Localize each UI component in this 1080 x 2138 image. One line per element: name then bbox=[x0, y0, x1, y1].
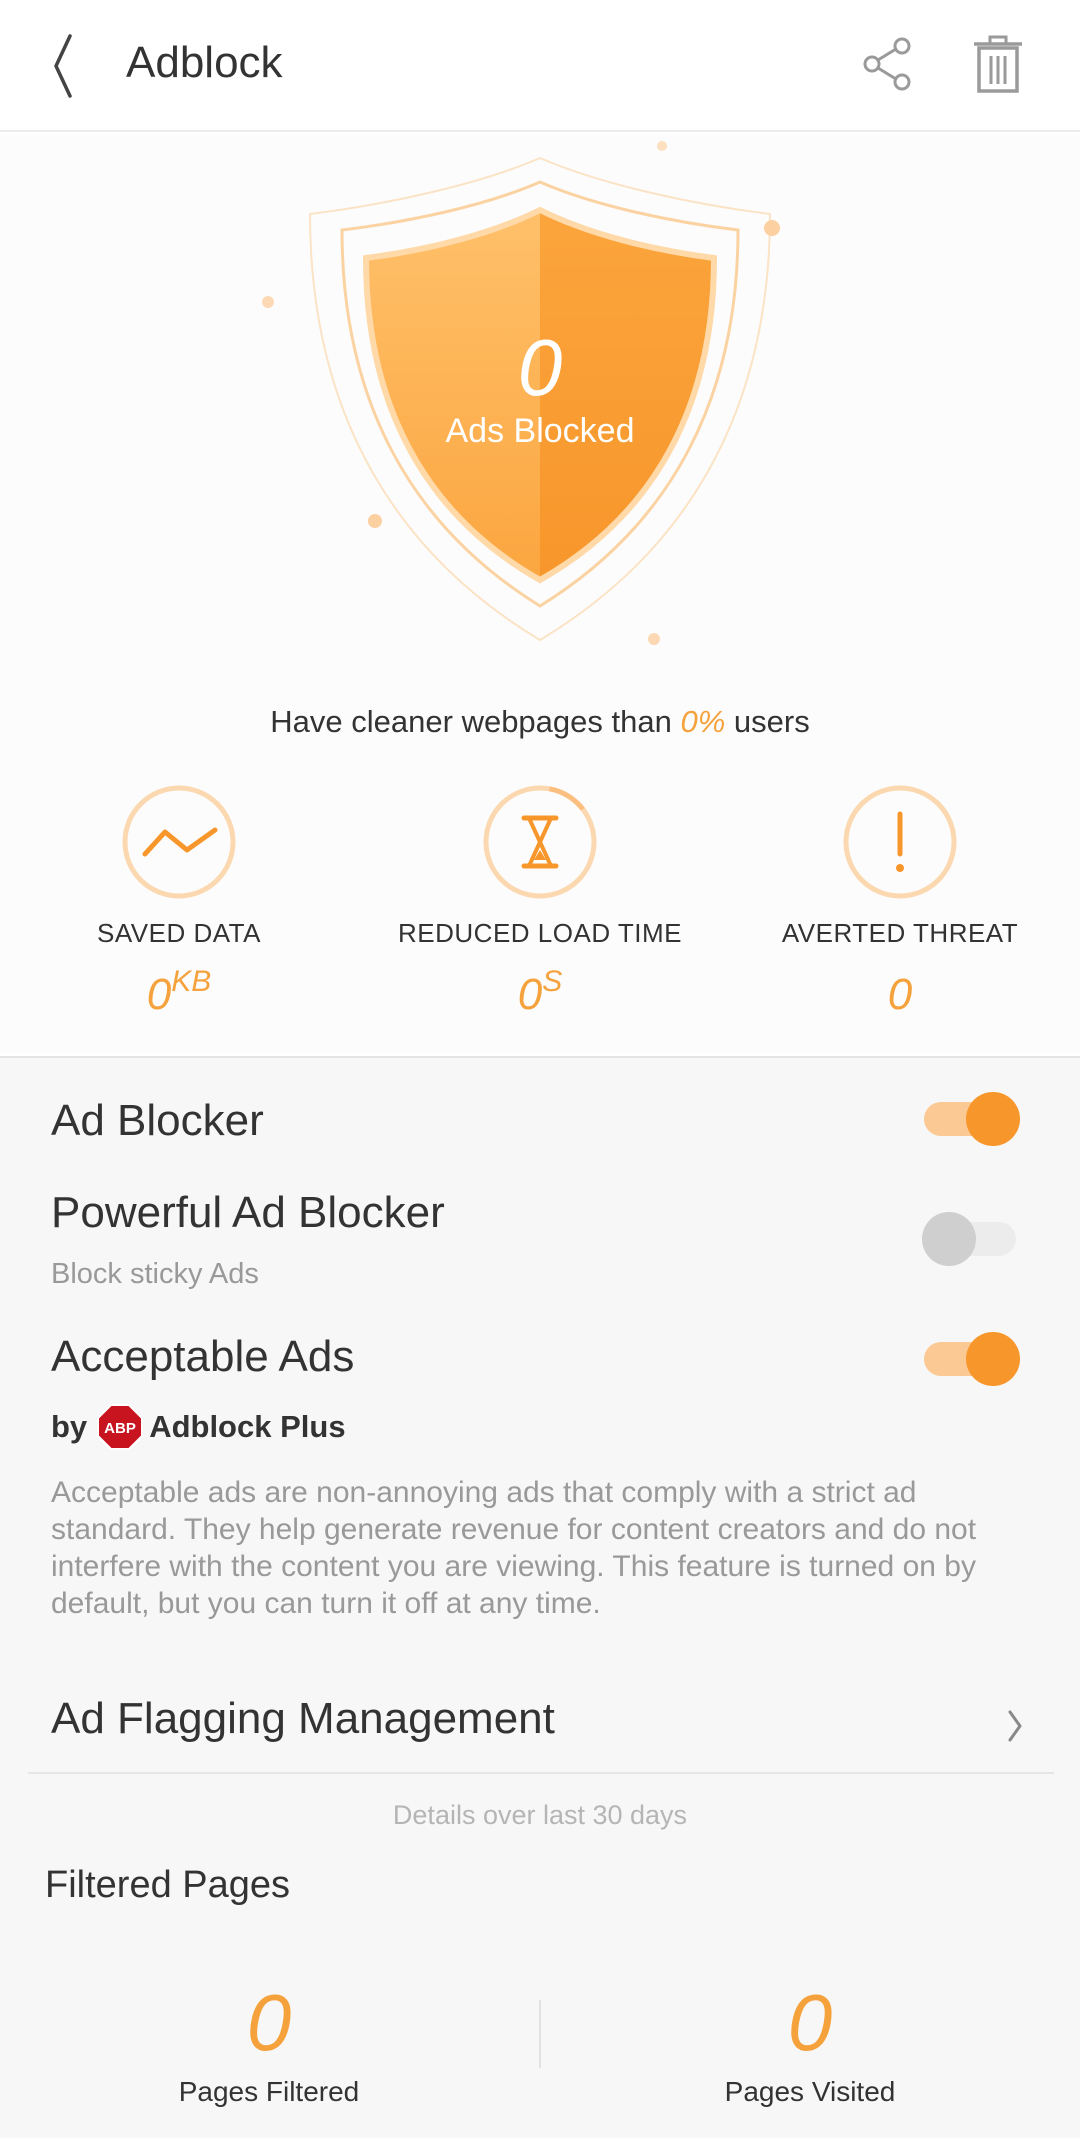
adblock-plus-logo-icon: ABP bbox=[97, 1404, 144, 1450]
acceptable-ads-provider: by ABP Adblock Plus bbox=[51, 1404, 346, 1450]
stat-value: 0 bbox=[740, 965, 1060, 1020]
exclamation-icon bbox=[843, 785, 957, 899]
chart-line-icon bbox=[122, 785, 236, 899]
stat-label: REDUCED LOAD TIME bbox=[398, 918, 682, 948]
back-button[interactable] bbox=[40, 30, 90, 100]
pages-visited-value: 0 bbox=[787, 1978, 833, 2067]
toggle-knob bbox=[922, 1212, 976, 1266]
powerful-ad-blocker-label: Powerful Ad Blocker bbox=[51, 1188, 445, 1237]
ads-blocked-label: Ads Blocked bbox=[445, 412, 635, 450]
stat-value: 0S bbox=[380, 965, 700, 1020]
cleaner-webpages-text: Have cleaner webpages than 0% users bbox=[0, 704, 1080, 740]
filtered-pages-title: Filtered Pages bbox=[45, 1864, 291, 1906]
chevron-right-icon bbox=[1008, 1710, 1022, 1742]
ad-blocker-toggle[interactable] bbox=[920, 1088, 1020, 1148]
pages-filtered-stat: 0 Pages Filtered bbox=[89, 1978, 449, 2108]
provider-name: Adblock Plus bbox=[149, 1409, 346, 1444]
acceptable-ads-toggle[interactable] bbox=[920, 1328, 1020, 1388]
cleaner-suffix: users bbox=[725, 704, 810, 739]
abp-logo-text: ABP bbox=[104, 1420, 136, 1437]
delete-button[interactable] bbox=[968, 34, 1028, 94]
cleaner-prefix: Have cleaner webpages than bbox=[270, 704, 681, 739]
hourglass-icon bbox=[483, 785, 597, 899]
stat-number: 0 bbox=[887, 970, 913, 1019]
stat-unit: KB bbox=[171, 965, 212, 998]
share-button[interactable] bbox=[858, 34, 918, 94]
stat-label: SAVED DATA bbox=[97, 918, 261, 948]
toggle-knob bbox=[966, 1092, 1020, 1146]
stat-number: 0 bbox=[146, 970, 172, 1019]
ad-flagging-management-row[interactable]: Ad Flagging Management bbox=[0, 1668, 1080, 1778]
stat-unit: S bbox=[542, 965, 563, 998]
stat-saved-data: SAVED DATA 0KB bbox=[19, 784, 339, 1020]
pages-filtered-value: 0 bbox=[246, 1978, 292, 2067]
chevron-left-icon bbox=[54, 34, 72, 98]
app-header: Adblock bbox=[0, 0, 1080, 132]
stats-divider bbox=[539, 2000, 541, 2068]
cleaner-percent: 0% bbox=[680, 704, 726, 739]
details-note: Details over last 30 days bbox=[392, 1800, 688, 1830]
ads-blocked-count: 0 bbox=[517, 323, 563, 412]
acceptable-ads-description: Acceptable ads are non-annoying ads that… bbox=[51, 1476, 977, 1620]
divider bbox=[28, 1772, 1054, 1774]
stat-averted-threat: AVERTED THREAT 0 bbox=[740, 784, 1060, 1020]
pages-visited-stat: 0 Pages Visited bbox=[630, 1978, 990, 2108]
pages-filtered-label: Pages Filtered bbox=[178, 2076, 360, 2107]
trash-icon bbox=[974, 35, 1022, 93]
acceptable-ads-label: Acceptable Ads bbox=[51, 1332, 355, 1381]
hero-section: 0 Ads Blocked Have cleaner webpages than… bbox=[0, 134, 1080, 1054]
stat-value: 0KB bbox=[19, 965, 339, 1020]
toggle-knob bbox=[966, 1332, 1020, 1386]
stat-reduced-load-time: REDUCED LOAD TIME 0S bbox=[380, 784, 700, 1020]
powerful-ad-blocker-sublabel: Block sticky Ads bbox=[51, 1258, 259, 1290]
by-prefix: by bbox=[51, 1409, 88, 1444]
stat-label: AVERTED THREAT bbox=[781, 918, 1019, 948]
page-title: Adblock bbox=[126, 38, 283, 87]
pages-visited-label: Pages Visited bbox=[724, 2076, 896, 2107]
settings-section: Ad Blocker Powerful Ad Blocker Block sti… bbox=[0, 1056, 1080, 2138]
ad-blocker-label: Ad Blocker bbox=[51, 1096, 264, 1145]
stat-number: 0 bbox=[517, 970, 543, 1019]
share-icon bbox=[863, 37, 911, 91]
ad-flagging-label: Ad Flagging Management bbox=[51, 1694, 555, 1743]
powerful-ad-blocker-toggle[interactable] bbox=[920, 1208, 1020, 1268]
